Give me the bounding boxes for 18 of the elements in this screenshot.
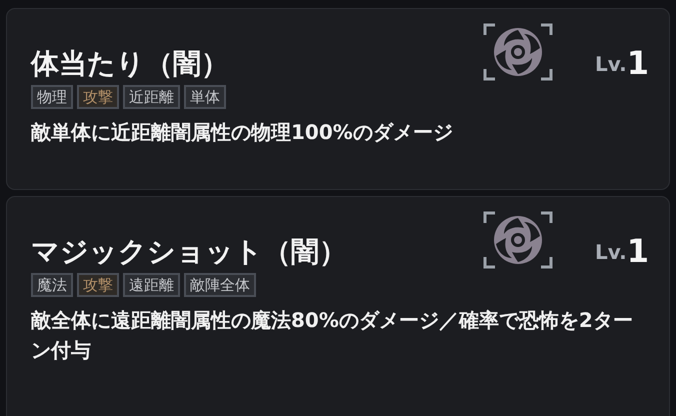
- skill-tag: 攻撃: [77, 273, 119, 297]
- skill-tag: 近距離: [123, 85, 180, 109]
- skill-title: マジックショット（闇）: [31, 235, 348, 269]
- level-label: Lv.: [594, 239, 627, 266]
- skill-description: 敵単体に近距離闇属性の物理100%のダメージ: [31, 119, 454, 146]
- level-value: 1: [626, 235, 649, 267]
- skill-description: 敵全体に遠距離闇属性の魔法80%のダメージ／確率で恐怖を2ターン付与: [31, 307, 634, 364]
- skill-tag: 敵陣全体: [184, 273, 256, 297]
- skill-tag: 遠距離: [123, 273, 180, 297]
- skill-tag: 物理: [31, 85, 73, 109]
- level-label: Lv.: [594, 51, 627, 78]
- skill-tag: 単体: [184, 85, 226, 109]
- vortex-icon: [482, 211, 553, 269]
- skill-tag: 魔法: [31, 273, 73, 297]
- level-value: 1: [626, 47, 649, 79]
- skill-title: 体当たり（闇）: [31, 47, 230, 81]
- vortex-icon: [482, 23, 553, 81]
- skill-tag: 攻撃: [77, 85, 119, 109]
